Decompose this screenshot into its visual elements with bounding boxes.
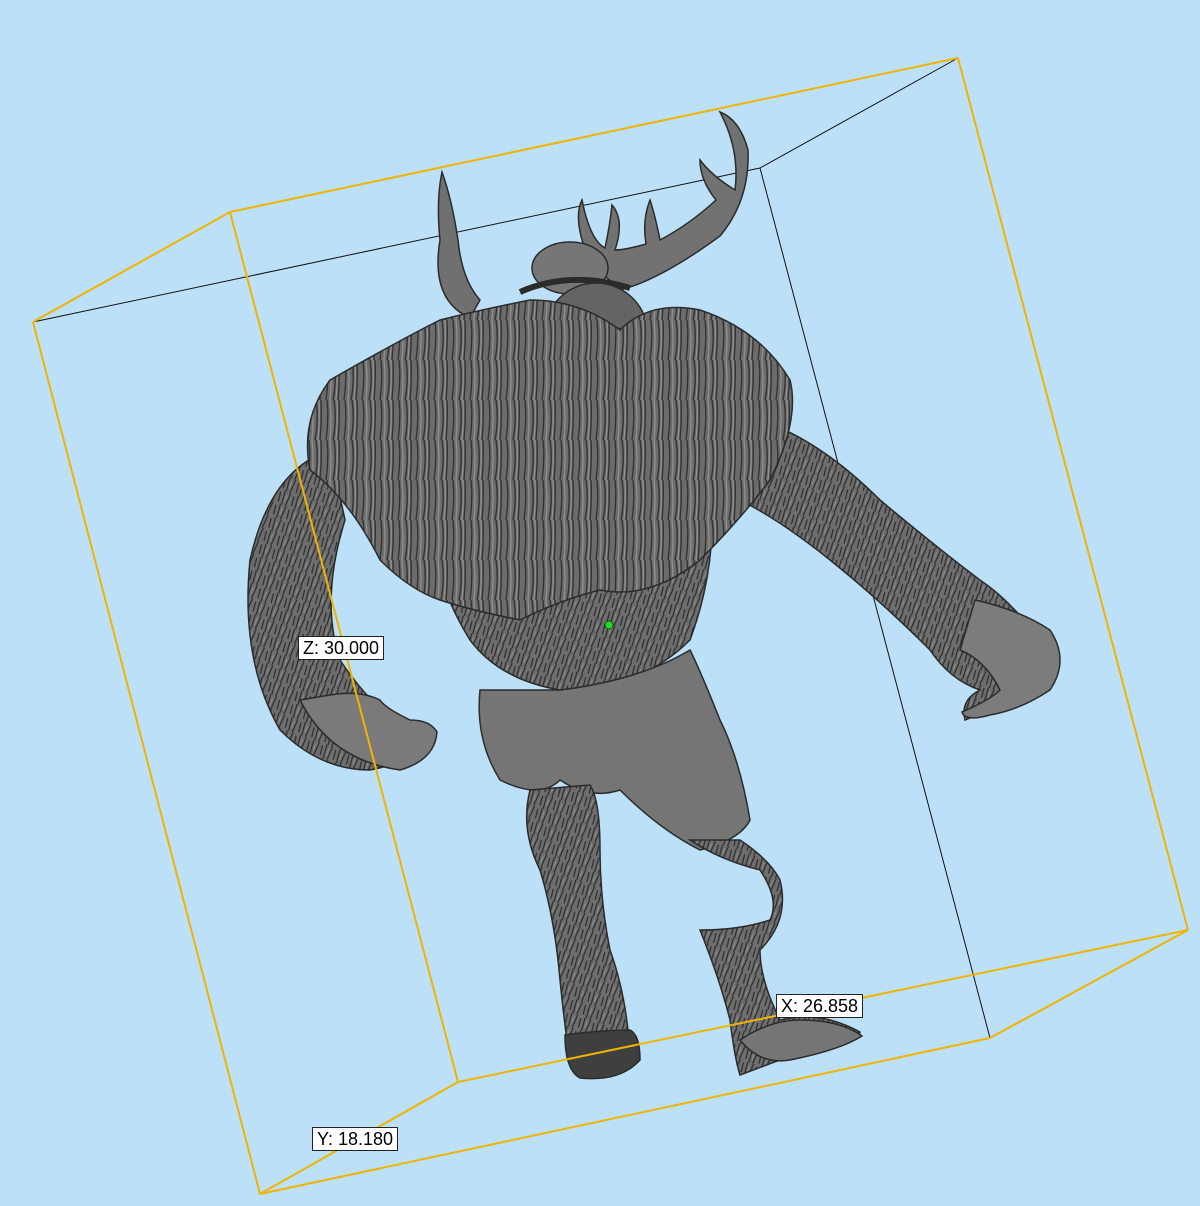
mane (306, 299, 794, 621)
center-marker (604, 620, 614, 630)
z-dimension-label: Z: 30.000 (298, 636, 385, 660)
left-hoof (564, 1029, 641, 1080)
scene-canvas[interactable] (0, 0, 1200, 1206)
x-dimension-label: X: 26.858 (776, 994, 864, 1018)
left-antler (437, 169, 481, 319)
3d-viewport[interactable]: Z: 30.000 X: 26.858 Y: 18.180 (0, 0, 1200, 1206)
character-model[interactable] (247, 110, 1061, 1080)
y-dimension-label: Y: 18.180 (312, 1127, 399, 1151)
shorts (478, 648, 751, 851)
left-leg (525, 784, 631, 1069)
